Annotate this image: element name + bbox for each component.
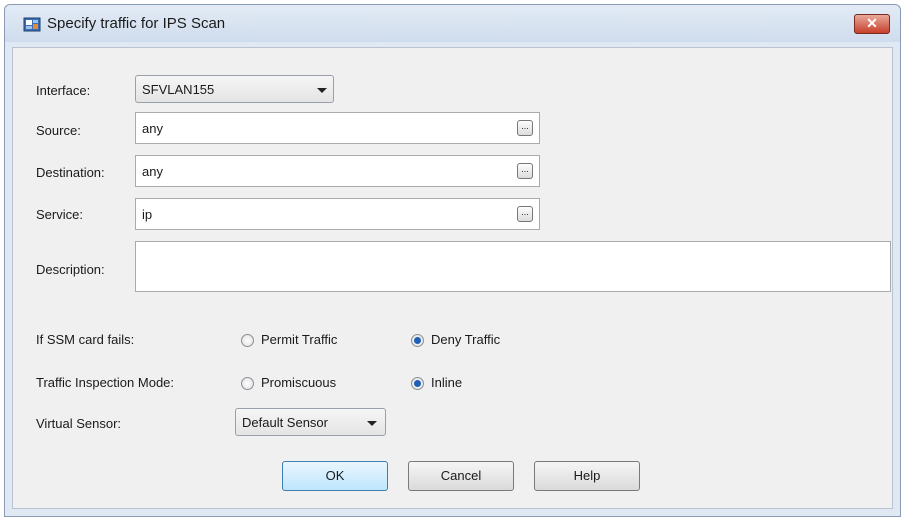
source-browse-button[interactable]: ... (517, 120, 533, 136)
inline-radio[interactable] (411, 377, 424, 390)
permit-traffic-label[interactable]: Permit Traffic (261, 332, 337, 347)
cancel-button[interactable]: Cancel (408, 461, 514, 491)
permit-traffic-radio[interactable] (241, 334, 254, 347)
ssm-fail-label: If SSM card fails: (36, 332, 135, 347)
window-title: Specify traffic for IPS Scan (47, 15, 226, 32)
chevron-down-icon (317, 88, 327, 93)
service-field[interactable]: ip ... (135, 198, 540, 230)
interface-select[interactable]: SFVLAN155 (135, 75, 334, 103)
destination-label: Destination: (36, 165, 105, 180)
close-icon: ✕ (866, 15, 878, 31)
virtual-sensor-label: Virtual Sensor: (36, 416, 122, 431)
virtual-sensor-value: Default Sensor (242, 415, 328, 430)
deny-traffic-label[interactable]: Deny Traffic (431, 332, 500, 347)
close-button[interactable]: ✕ (854, 14, 890, 34)
ok-button[interactable]: OK (282, 461, 388, 491)
source-label: Source: (36, 123, 81, 138)
destination-value: any (142, 164, 163, 179)
service-label: Service: (36, 207, 83, 222)
virtual-sensor-select[interactable]: Default Sensor (235, 408, 386, 436)
description-label: Description: (36, 262, 105, 277)
inline-label[interactable]: Inline (431, 375, 462, 390)
promiscuous-label[interactable]: Promiscuous (261, 375, 336, 390)
interface-value: SFVLAN155 (142, 82, 215, 97)
destination-browse-button[interactable]: ... (517, 163, 533, 179)
interface-label: Interface: (36, 83, 91, 98)
chevron-down-icon (367, 421, 377, 426)
dialog-window: Specify traffic for IPS Scan ✕ Interface… (4, 4, 901, 517)
service-value: ip (142, 207, 153, 222)
destination-field[interactable]: any ... (135, 155, 540, 187)
help-button[interactable]: Help (534, 461, 640, 491)
promiscuous-radio[interactable] (241, 377, 254, 390)
deny-traffic-radio[interactable] (411, 334, 424, 347)
app-icon (23, 17, 41, 32)
source-field[interactable]: any ... (135, 112, 540, 144)
title-bar[interactable]: Specify traffic for IPS Scan ✕ (5, 5, 900, 42)
inspection-mode-label: Traffic Inspection Mode: (36, 375, 175, 390)
service-browse-button[interactable]: ... (517, 206, 533, 222)
description-field[interactable] (135, 241, 891, 292)
dialog-body: Interface: SFVLAN155 Source: any ... Des… (12, 47, 893, 509)
source-value: any (142, 121, 163, 136)
